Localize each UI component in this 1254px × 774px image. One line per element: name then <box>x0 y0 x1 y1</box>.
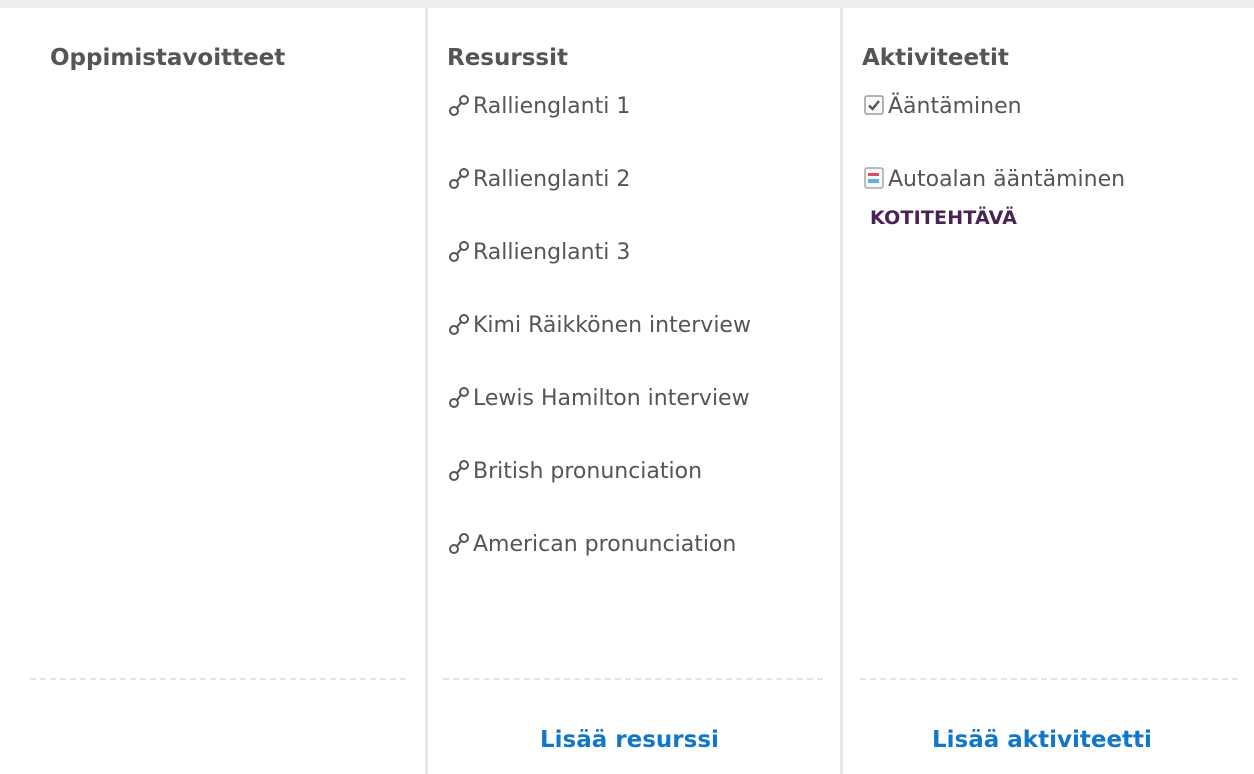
activities-title: Aktiviteetit <box>862 45 1009 71</box>
link-icon <box>447 385 471 420</box>
resources-column: Resurssit Rallienglanti 1 Rallienglanti … <box>428 8 840 774</box>
link-icon <box>447 312 471 347</box>
resource-item[interactable]: Lewis Hamilton interview <box>447 382 787 420</box>
resource-label: Kimi Räikkönen interview <box>473 313 751 338</box>
assignment-icon <box>862 166 886 201</box>
resource-link[interactable]: Kimi Räikkönen interview <box>447 313 751 338</box>
link-icon <box>447 458 471 493</box>
objectives-divider <box>30 678 406 680</box>
resource-label: Lewis Hamilton interview <box>473 386 750 411</box>
resource-link[interactable]: Rallienglanti 1 <box>447 94 630 119</box>
resource-link[interactable]: British pronunciation <box>447 459 702 484</box>
resource-link[interactable]: Rallienglanti 3 <box>447 240 630 265</box>
resource-link[interactable]: Lewis Hamilton interview <box>447 386 750 411</box>
resources-divider <box>443 678 823 680</box>
activity-item[interactable]: Autoalan ääntäminen KOTITEHTÄVÄ <box>862 163 1232 235</box>
activities-column: Aktiviteetit Ääntäminen Autoalan ääntämi… <box>843 8 1254 774</box>
resources-title: Resurssit <box>447 45 568 71</box>
link-icon <box>447 166 471 201</box>
activities-list: Ääntäminen Autoalan ääntäminen KOTITEHTÄ… <box>862 90 1232 270</box>
activity-link[interactable]: Ääntäminen <box>862 94 1022 119</box>
link-icon <box>447 531 471 566</box>
resource-label: Rallienglanti 3 <box>473 240 631 265</box>
resource-item[interactable]: Rallienglanti 1 <box>447 90 787 128</box>
resource-item[interactable]: American pronunciation <box>447 528 787 566</box>
activity-label: Autoalan ääntäminen <box>888 167 1126 192</box>
resource-label: Rallienglanti 1 <box>473 94 631 119</box>
resource-label: Rallienglanti 2 <box>473 167 631 192</box>
activity-link[interactable]: Autoalan ääntäminen <box>862 167 1125 192</box>
add-resource-link[interactable]: Lisää resurssi <box>540 724 719 756</box>
resource-item[interactable]: British pronunciation <box>447 455 787 493</box>
resource-item[interactable]: Rallienglanti 3 <box>447 236 787 274</box>
homework-badge: KOTITEHTÄVÄ <box>870 207 1018 229</box>
objectives-column: Oppimistavoitteet <box>0 8 425 774</box>
link-icon <box>447 93 471 128</box>
resource-link[interactable]: Rallienglanti 2 <box>447 167 630 192</box>
activity-item[interactable]: Ääntäminen <box>862 90 1232 128</box>
objectives-title: Oppimistavoitteet <box>50 45 286 71</box>
resource-link[interactable]: American pronunciation <box>447 532 736 557</box>
top-border <box>0 0 1254 8</box>
resource-item[interactable]: Rallienglanti 2 <box>447 163 787 201</box>
resource-label: American pronunciation <box>473 532 737 557</box>
add-activity-link[interactable]: Lisää aktiviteetti <box>932 724 1152 756</box>
activity-label: Ääntäminen <box>888 94 1022 119</box>
activities-divider <box>860 678 1238 680</box>
link-icon <box>447 239 471 274</box>
resource-label: British pronunciation <box>473 459 703 484</box>
resources-list: Rallienglanti 1 Rallienglanti 2 Rallieng… <box>447 90 787 601</box>
resource-item[interactable]: Kimi Räikkönen interview <box>447 309 787 347</box>
quiz-icon <box>862 93 886 128</box>
